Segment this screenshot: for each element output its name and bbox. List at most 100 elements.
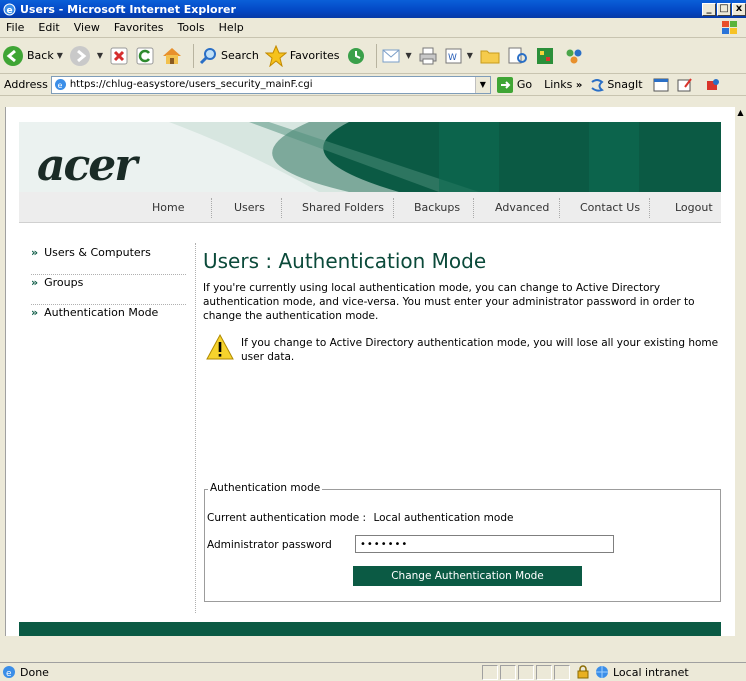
research-button[interactable] [507,46,529,66]
grid-app-icon [536,47,553,64]
status-panel [518,664,534,680]
current-mode-row: Current authentication mode : Local auth… [207,512,513,524]
print-button[interactable] [418,46,438,66]
password-label: Administrator password [207,539,332,551]
stop-icon [110,47,128,64]
sidebar-item-label: Users & Computers [44,246,151,259]
status-bar: e Done Local intranet [0,662,746,681]
menu-tools[interactable]: Tools [178,21,205,34]
security-zone[interactable]: Local intranet [594,665,689,679]
address-dropdown-icon[interactable]: ▼ [474,76,490,93]
menu-help[interactable]: Help [219,21,244,34]
forward-button[interactable]: ▼ [69,45,103,67]
refresh-icon [136,47,154,64]
page-title-separator: : [259,249,279,273]
lock-icon [577,665,589,679]
sidebar-item-users-computers[interactable]: » Users & Computers [31,245,186,275]
edit-button[interactable]: W ▼ [444,46,473,66]
menu-file[interactable]: File [6,21,24,34]
search-label: Search [221,49,259,62]
nav-users[interactable]: Users [234,201,265,214]
nav-logout[interactable]: Logout [675,201,713,214]
status-panel [482,664,498,680]
status-panel [554,664,570,680]
toolbar: Back ▼ ▼ Search Favorites ▼ W ▼ [0,38,746,74]
chevron-down-icon: ▼ [405,51,412,60]
back-button[interactable]: Back ▼ [2,45,63,67]
nav-backups[interactable]: Backups [414,201,460,214]
menu-edit[interactable]: Edit [38,21,59,34]
stop-button[interactable] [109,46,129,66]
ie-icon: e [2,2,16,16]
page-footer [19,622,721,636]
research-icon [508,47,527,63]
nav-contact-us[interactable]: Contact Us [580,201,640,214]
chevron-down-icon: ▼ [466,51,473,60]
fieldset-legend: Authentication mode [208,482,323,494]
change-authentication-mode-button[interactable]: Change Authentication Mode [353,566,582,586]
svg-text:e: e [57,81,62,90]
nav-home[interactable]: Home [152,201,184,214]
password-input[interactable] [355,535,614,553]
back-arrow-icon [3,45,23,66]
address-field[interactable]: e https://chlug-easystore/users_security… [50,75,491,94]
home-icon [163,47,182,64]
chevron-right-icon: » [31,306,39,319]
people-button[interactable] [563,46,585,66]
acer-logo[interactable]: acer [37,140,137,191]
snagit-button[interactable]: SnagIt [590,78,643,92]
chevron-right-icon: » [31,246,39,259]
snagit-edit-icon [677,77,692,91]
sidebar-item-groups[interactable]: » Groups [31,275,186,305]
svg-text:e: e [6,6,12,16]
header-banner: acer [19,122,721,192]
chevron-down-icon: ▼ [56,51,63,60]
extra-tool-icon [706,78,719,90]
refresh-button[interactable] [135,46,155,66]
address-label: Address [4,78,48,91]
nav-advanced[interactable]: Advanced [495,201,549,214]
star-icon [264,44,287,67]
history-icon [347,47,364,64]
status-panel [536,664,552,680]
content-divider [195,243,196,613]
menu-view[interactable]: View [74,21,100,34]
menu-favorites[interactable]: Favorites [114,21,164,34]
vertical-scrollbar[interactable]: ▲ [735,107,746,636]
minimize-button[interactable]: _ [702,2,716,16]
messenger-button[interactable] [535,46,557,66]
links-button[interactable]: Links » [544,78,582,91]
intranet-globe-icon [596,666,608,678]
close-button[interactable]: x [732,2,746,16]
current-mode-value: Local authentication mode [373,512,514,524]
go-label: Go [516,78,533,91]
snagit-label: SnagIt [607,78,643,91]
forward-arrow-icon [69,45,90,66]
sidebar-item-label: Authentication Mode [44,306,159,319]
nav-shared-folders[interactable]: Shared Folders [302,201,384,214]
svg-text:e: e [6,669,12,679]
search-button[interactable]: Search [198,46,259,66]
status-panel [500,664,516,680]
warning-text: If you change to Active Directory authen… [241,337,719,363]
scroll-up-icon[interactable]: ▲ [735,107,746,119]
home-button[interactable] [161,46,183,66]
zone-label: Local intranet [613,665,689,679]
chevron-down-icon: ▼ [96,51,104,60]
favorites-button[interactable]: Favorites [264,44,340,67]
history-button[interactable] [346,46,366,66]
maximize-button[interactable]: □ [717,2,731,16]
sidebar-item-authentication-mode[interactable]: » Authentication Mode [31,305,186,335]
go-button[interactable]: Go [496,76,533,93]
top-nav: Home Users Shared Folders Backups Advanc… [19,192,721,223]
mail-button[interactable]: ▼ [381,47,412,65]
go-arrow-icon [496,76,513,93]
window-title: Users - Microsoft Internet Explorer [20,2,236,16]
warning-box: If you change to Active Directory authen… [203,333,723,364]
people-icon [566,49,582,63]
folder-button[interactable] [479,47,501,65]
status-text: Done [20,665,49,679]
address-url: https://chlug-easystore/users_security_m… [69,79,313,90]
page-done-icon: e [3,666,15,679]
snagit-icon [591,78,605,92]
